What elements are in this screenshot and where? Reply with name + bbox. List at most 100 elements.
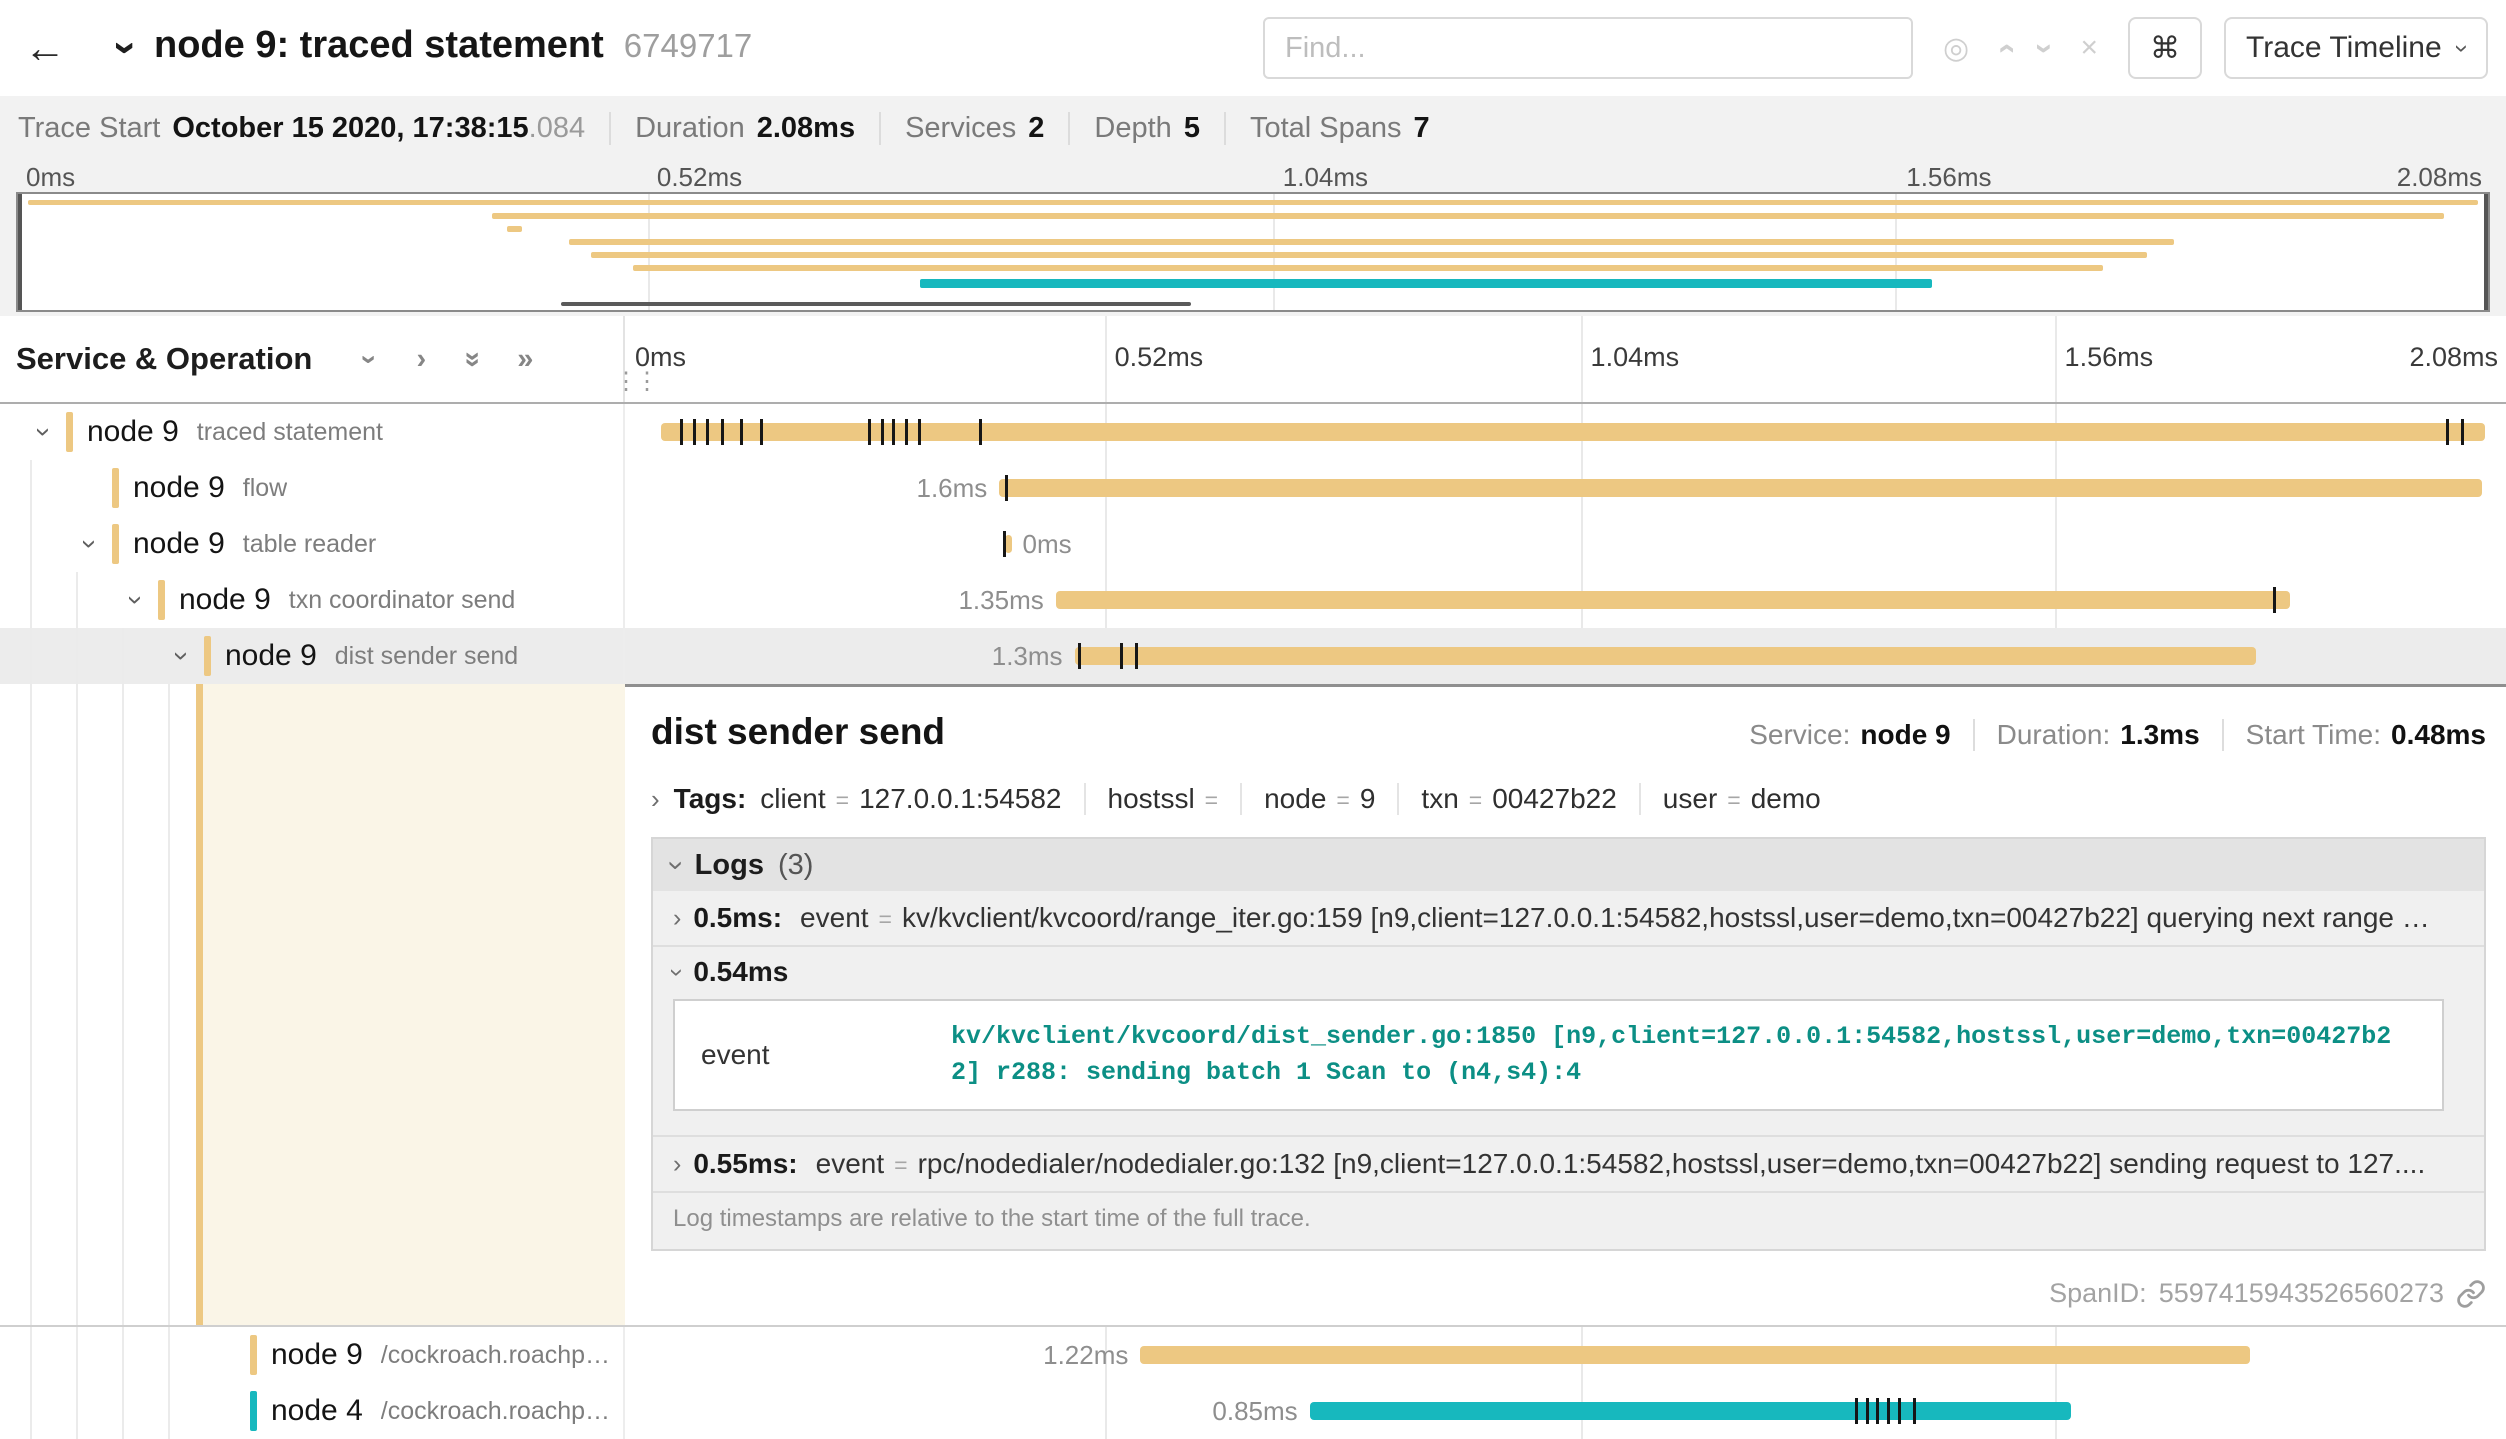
service-name: node 9 (133, 471, 225, 505)
span-timeline-cell[interactable]: 1.6ms (625, 460, 2506, 516)
equals-sign: = (1469, 787, 1482, 814)
indent-guide (122, 628, 124, 684)
indent-guide (168, 1327, 170, 1383)
log-marker-tick (1005, 475, 1008, 501)
span-timeline-cell[interactable]: 0ms (625, 516, 2506, 572)
span-bar (1310, 1402, 2072, 1420)
span-name-cell[interactable]: node 9 flow (0, 460, 625, 516)
collapse-all-icon[interactable]: » (457, 336, 490, 382)
log-marker-tick (1887, 1398, 1890, 1424)
clear-search-icon[interactable]: × (2081, 31, 2099, 65)
log-entry[interactable]: ›0.55ms:event=rpc/nodedialer/nodedialer.… (653, 1137, 2484, 1193)
service-operation-header: Service & Operation (16, 341, 312, 377)
span-duration-label: 0ms (1022, 529, 1071, 560)
trace-summary-bar: Trace StartOctober 15 2020, 17:38:15.084… (0, 96, 2506, 160)
log-marker-tick (868, 419, 871, 445)
collapse-one-icon[interactable]: › (353, 336, 386, 382)
span-row[interactable]: ›node 9traced statement (0, 404, 2506, 460)
log-marker-tick (1876, 1398, 1879, 1424)
collapse-trace-icon[interactable]: › (103, 41, 151, 55)
log-entry-toggle[interactable]: ›0.54ms (653, 947, 2484, 997)
keyboard-shortcuts-button[interactable]: ⌘ (2128, 17, 2202, 79)
span-timeline-cell[interactable] (625, 404, 2506, 460)
back-button[interactable]: ← (18, 24, 72, 72)
span-name-cell[interactable]: ›node 9dist sender send (0, 628, 625, 684)
span-name-cell[interactable]: node 9/cockroach.roachpb.I... (0, 1327, 625, 1383)
equals-sign: = (1727, 787, 1740, 814)
summary-item: Depth5 (1068, 112, 1224, 145)
log-field-key: event (800, 902, 869, 934)
log-marker-tick (1855, 1398, 1858, 1424)
log-entry-expanded: ›0.54mseventkv/kvclient/kvcoord/dist_sen… (653, 947, 2484, 1137)
log-timestamp: 0.54ms (693, 956, 788, 988)
span-meta-label: Service: (1749, 719, 1850, 751)
tags-list: client=127.0.0.1:54582hostssl=node=9txn=… (760, 783, 1842, 815)
log-marker-tick (706, 419, 709, 445)
log-marker-tick (1003, 531, 1006, 557)
tag-value: demo (1751, 783, 1821, 815)
minimap-left-handle[interactable] (18, 194, 22, 310)
span-row[interactable]: node 9/cockroach.roachpb.I...1.22ms (0, 1327, 2506, 1383)
chevron-right-icon: › (651, 784, 660, 815)
indent-guide (30, 1383, 32, 1439)
grid-line (2055, 316, 2057, 402)
span-meta-value: 0.48ms (2391, 719, 2486, 751)
minimap-canvas[interactable] (16, 192, 2490, 312)
summary-item-value-wrap: 2.08ms (757, 112, 855, 145)
minimap-span-bar (561, 302, 1191, 306)
selected-span-highlight (203, 684, 625, 1325)
log-marker-tick (918, 419, 921, 445)
span-timeline-cell[interactable]: 0.85ms (625, 1383, 2506, 1439)
prev-match-icon[interactable]: › (1986, 43, 2023, 54)
span-rows: ›node 9traced statementnode 9flow1.6ms›n… (0, 404, 2506, 1439)
minimap-span-bar (633, 265, 2103, 271)
column-resizer-handle[interactable]: ⋮⋮ (614, 364, 638, 400)
minimap-span-bar (492, 213, 2443, 219)
span-expander-icon[interactable]: › (120, 578, 152, 622)
locate-icon[interactable]: ◎ (1943, 31, 1969, 66)
time-axis-label: 2.08ms (2409, 342, 2498, 373)
span-name-cell[interactable]: node 4/cockroach.roachpb.I... (0, 1383, 625, 1439)
tag-key: client (760, 783, 825, 815)
log-field-value: kv/kvclient/kvcoord/range_iter.go:159 [n… (902, 902, 2464, 934)
find-input[interactable] (1263, 17, 1913, 79)
summary-item-value: October 15 2020, 17:38:15 (172, 112, 528, 144)
span-duration-label: 0.85ms (1212, 1396, 1297, 1427)
span-name-cell[interactable]: ›node 9table reader (0, 516, 625, 572)
span-expander-icon[interactable]: › (74, 522, 106, 566)
span-row[interactable]: node 9 flow 1.6ms (0, 460, 2506, 516)
span-timeline-cell[interactable]: 1.22ms (625, 1327, 2506, 1383)
expand-one-icon[interactable]: › (398, 343, 444, 376)
span-row[interactable]: ›node 9table reader 0ms (0, 516, 2506, 572)
log-marker-tick (2461, 419, 2464, 445)
logs-header[interactable]: ›Logs(3) (653, 839, 2484, 891)
grid-line (1105, 316, 1107, 402)
next-match-icon[interactable]: › (2027, 43, 2064, 54)
link-icon[interactable] (2456, 1279, 2486, 1309)
expand-all-icon[interactable]: » (502, 343, 548, 376)
operation-name: /cockroach.roachpb.I... (381, 1341, 623, 1370)
span-row[interactable]: ›node 9dist sender send1.3ms (0, 628, 2506, 684)
tags-row[interactable]: ›Tags:client=127.0.0.1:54582hostssl=node… (651, 783, 2486, 831)
span-expander-icon[interactable]: › (28, 410, 60, 454)
tag-key: hostssl (1108, 783, 1195, 815)
span-name-cell[interactable]: ›node 9txn coordinator send (0, 572, 625, 628)
indent-guide (30, 628, 32, 684)
operation-name: traced statement (197, 418, 383, 447)
span-row[interactable]: node 4/cockroach.roachpb.I... 0.85ms (0, 1383, 2506, 1439)
span-timeline-cell[interactable]: 1.35ms (625, 572, 2506, 628)
span-row[interactable]: ›node 9txn coordinator send1.35ms (0, 572, 2506, 628)
operation-name: txn coordinator send (289, 586, 516, 615)
log-entry[interactable]: ›0.5ms:event=kv/kvclient/kvcoord/range_i… (653, 891, 2484, 947)
span-name-cell[interactable]: ›node 9traced statement (0, 404, 625, 460)
span-bar (1005, 535, 1013, 553)
minimap-right-handle[interactable] (2484, 194, 2488, 310)
span-meta-label: Start Time: (2246, 719, 2381, 751)
equals-sign: = (1336, 787, 1349, 814)
span-expander-icon[interactable]: › (166, 634, 198, 678)
indent-guide (168, 1383, 170, 1439)
indent-guide (76, 1383, 78, 1439)
view-options-button[interactable]: Trace Timeline › (2224, 17, 2488, 79)
span-timeline-cell[interactable]: 1.3ms (625, 628, 2506, 684)
operation-name: flow (243, 474, 287, 503)
